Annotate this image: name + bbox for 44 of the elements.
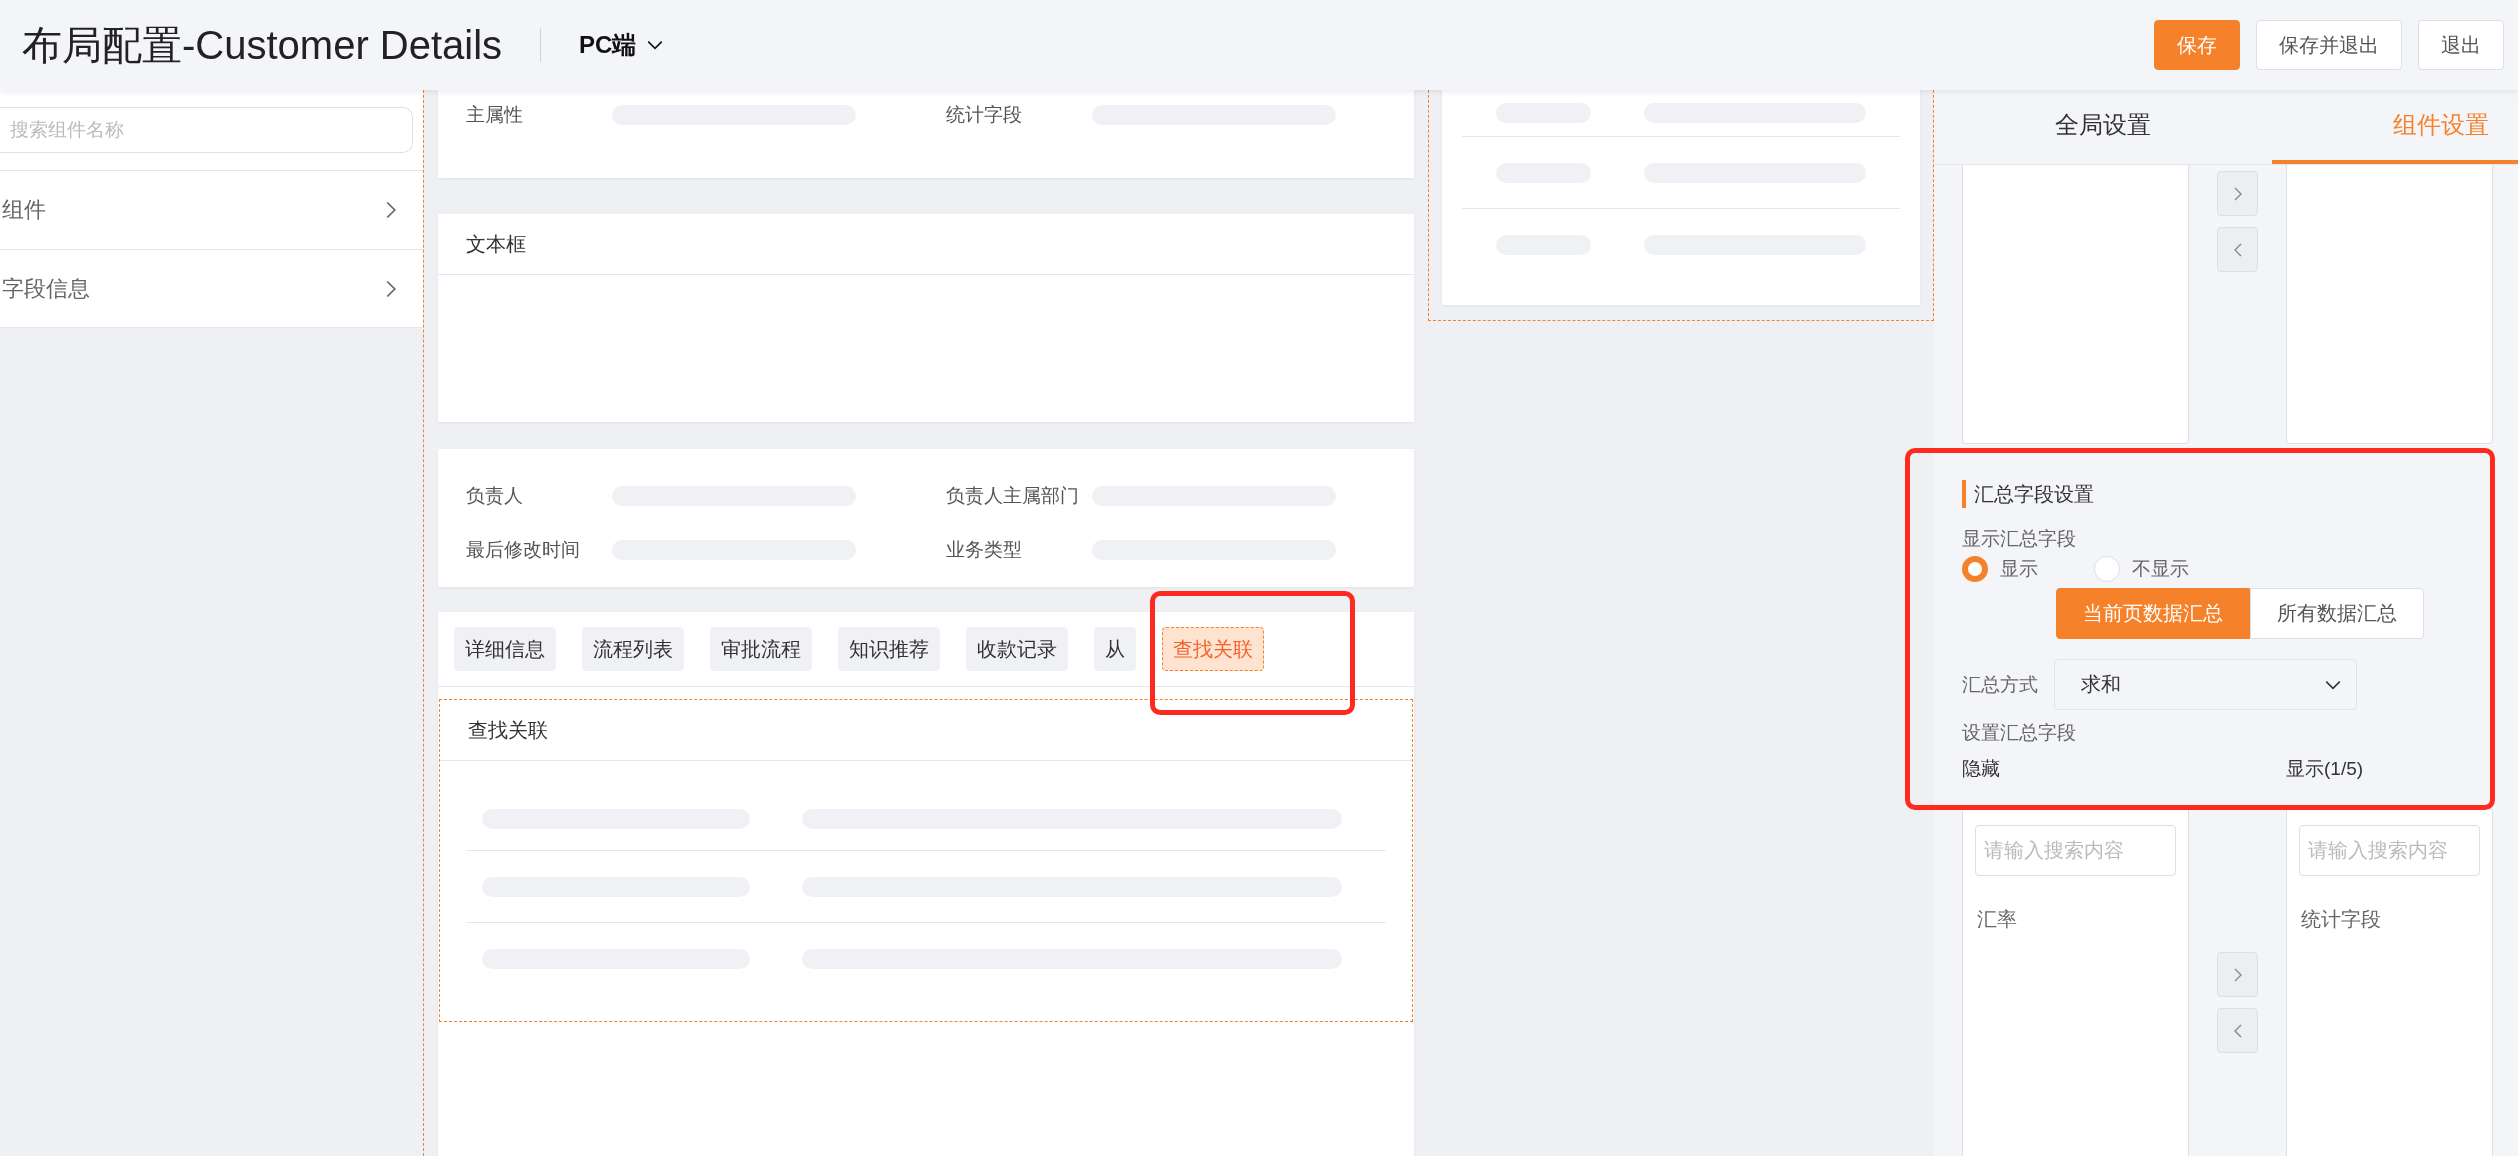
platform-dropdown[interactable]: PC端 <box>579 29 665 61</box>
field-label: 负责人主属部门 <box>946 484 1080 508</box>
search-field[interactable]: 请输入搜索内容 <box>1975 825 2176 876</box>
field-label: 负责人 <box>466 484 524 508</box>
search-field[interactable]: 搜索组件名称 <box>0 107 413 153</box>
card-title: 查找关联 <box>440 700 1412 761</box>
header-button[interactable]: 保存并退出 <box>2256 20 2402 70</box>
move-left-button[interactable] <box>2217 1008 2258 1053</box>
tab[interactable]: 流程列表 <box>582 627 684 671</box>
field-label: 主属性 <box>466 103 524 127</box>
move-right-button[interactable] <box>2217 952 2258 997</box>
field-label: 统计字段 <box>946 103 1023 127</box>
card-title: 文本框 <box>438 214 1414 275</box>
column-label: 显示(1/5) <box>2286 758 2364 779</box>
settings-tab[interactable]: 全局设置 <box>1934 90 2272 164</box>
field-label: 业务类型 <box>946 538 1023 562</box>
sidebar-item[interactable]: 组件 <box>0 170 423 249</box>
section-marker <box>1962 480 1966 508</box>
method-select[interactable]: 求和 <box>2054 659 2357 710</box>
radio-label: 显示 <box>2000 557 2038 581</box>
page-title: 布局配置-Customer Details <box>22 21 503 69</box>
field-item[interactable]: 汇率 <box>1975 906 2176 933</box>
column-label: 隐藏 <box>1962 758 2000 779</box>
segment-button[interactable]: 所有数据汇总 <box>2250 588 2424 639</box>
tab[interactable]: 详细信息 <box>454 627 556 671</box>
tab[interactable]: 知识推荐 <box>838 627 940 671</box>
header-button[interactable]: 退出 <box>2418 20 2504 70</box>
move-left-button[interactable] <box>2217 227 2258 272</box>
radio-button[interactable] <box>1962 556 1988 582</box>
move-right-button[interactable] <box>2217 171 2258 216</box>
radio-option[interactable]: 不显示 <box>2094 556 2189 582</box>
field-label: 最后修改时间 <box>466 538 581 562</box>
tab[interactable]: 从 <box>1094 627 1136 671</box>
section-title: 汇总字段设置 <box>1974 481 2094 507</box>
radio-label: 不显示 <box>2132 557 2189 581</box>
tab[interactable]: 审批流程 <box>710 627 812 671</box>
field-label: 汇总方式 <box>1962 672 2038 697</box>
field-label: 设置汇总字段 <box>1962 721 2077 745</box>
field-item[interactable]: 统计字段 <box>2299 906 2480 933</box>
radio-option[interactable]: 显示 <box>1962 556 2038 582</box>
sidebar-item[interactable]: 字段信息 <box>0 249 423 328</box>
field-label: 显示汇总字段 <box>1962 527 2077 551</box>
tab[interactable]: 收款记录 <box>966 627 1068 671</box>
search-field[interactable]: 请输入搜索内容 <box>2299 825 2480 876</box>
